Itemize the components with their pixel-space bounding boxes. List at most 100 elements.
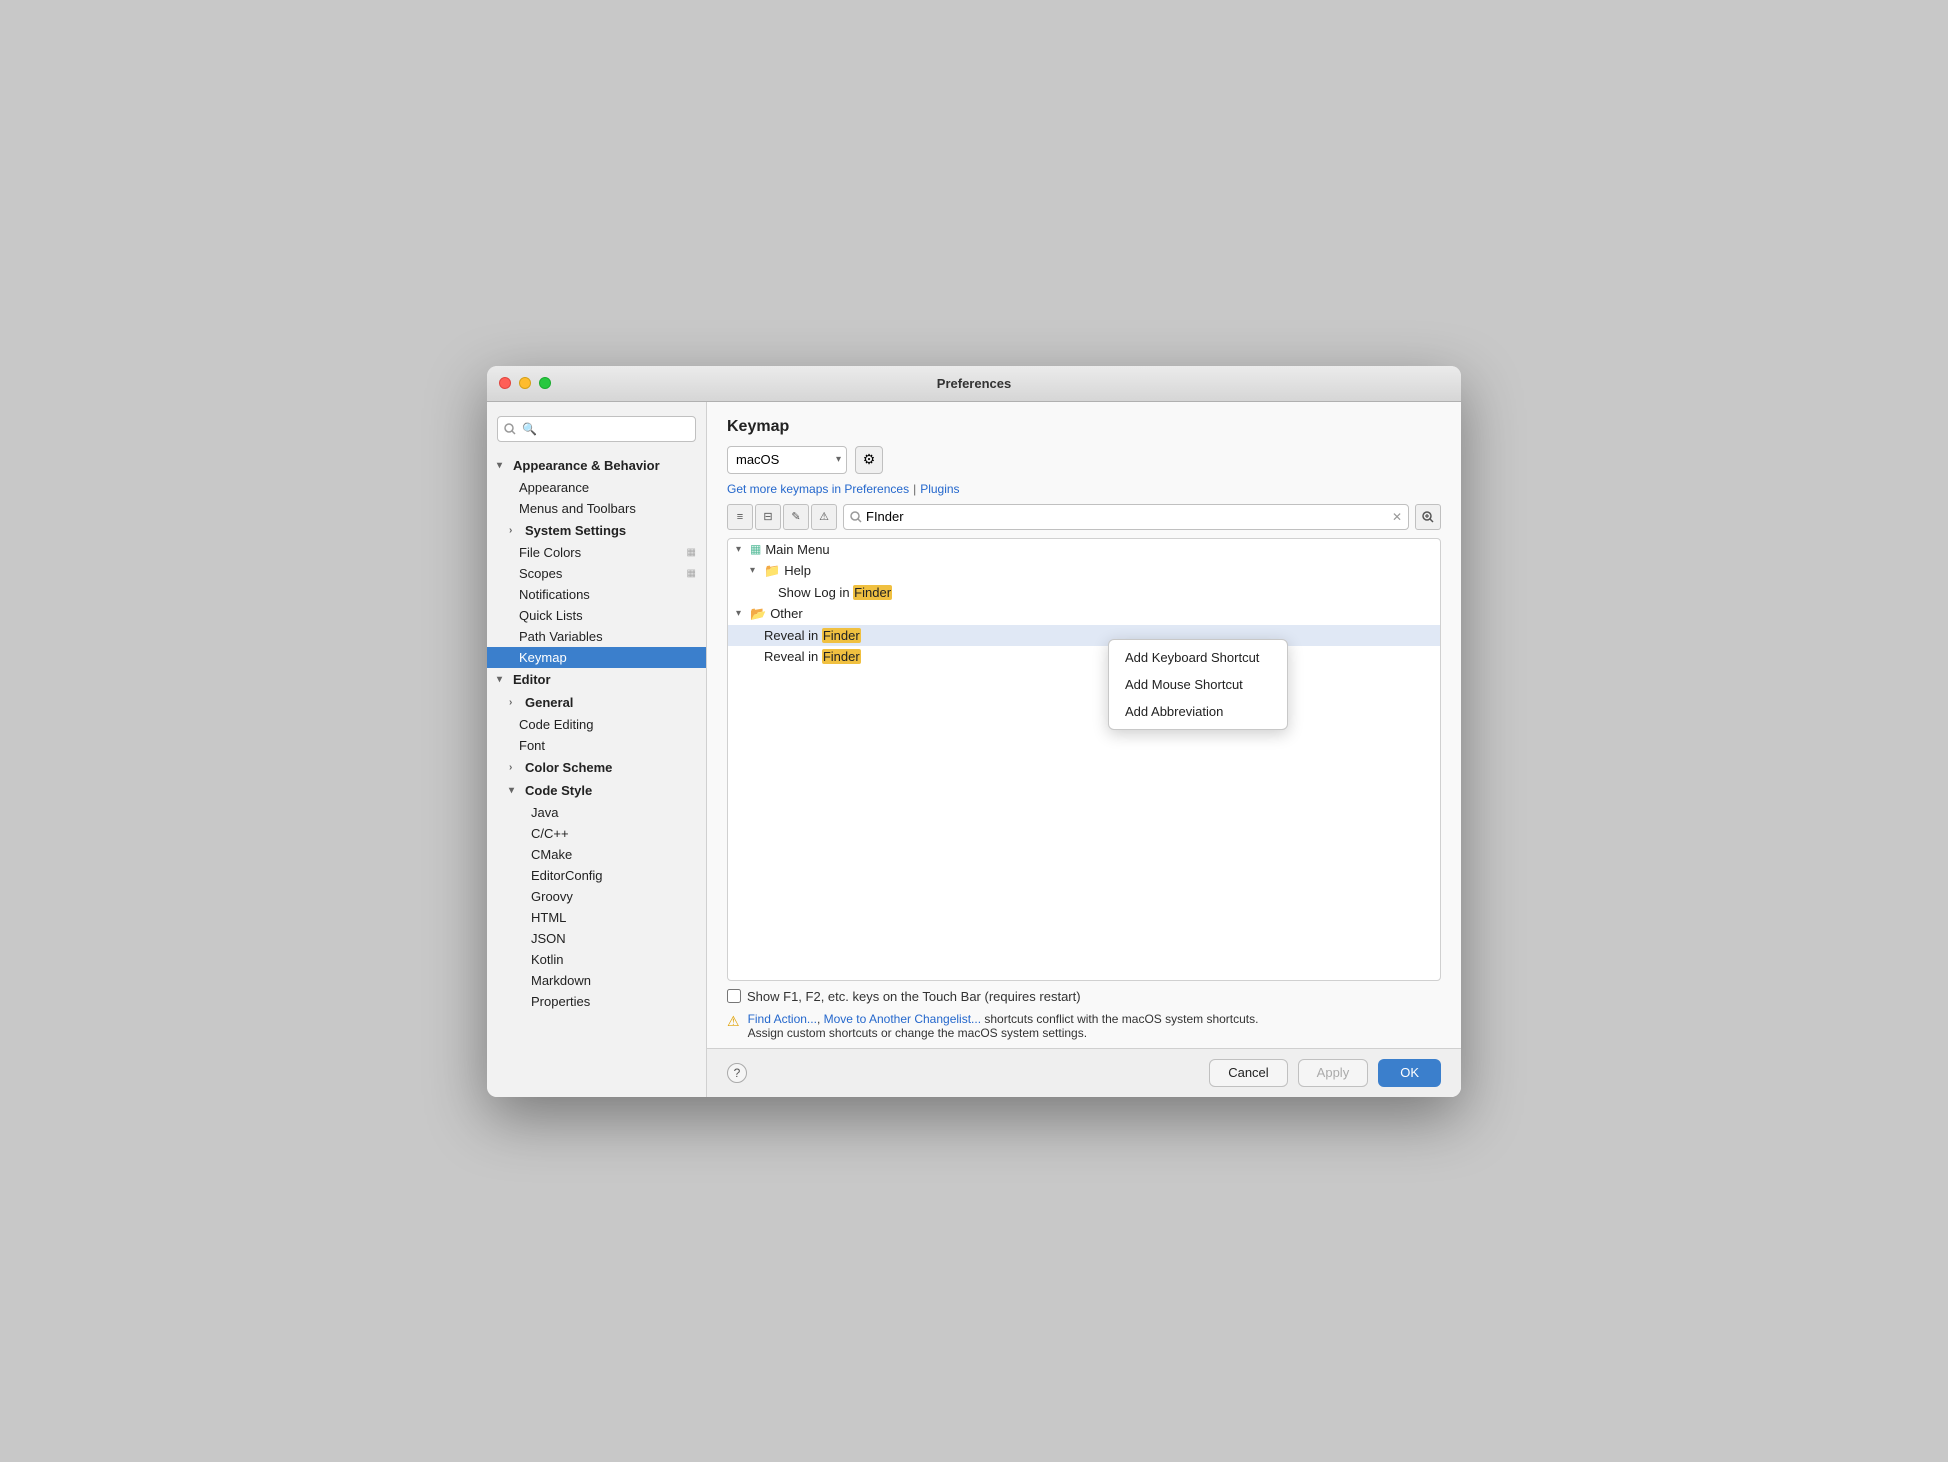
context-menu-item-keyboard[interactable]: Add Keyboard Shortcut — [1109, 644, 1287, 671]
titlebar: Preferences — [487, 366, 1461, 402]
sidebar-item-html[interactable]: HTML — [487, 907, 706, 928]
sidebar-item-label: Appearance — [519, 480, 589, 495]
sidebar-item-label: CMake — [531, 847, 572, 862]
help-button[interactable]: ? — [727, 1063, 747, 1083]
footer-right: Cancel Apply OK — [1209, 1059, 1441, 1087]
keymap-toolbar: macOS Windows Linux Eclipse NetBeans Vis… — [727, 446, 1441, 474]
sidebar-item-label: Menus and Toolbars — [519, 501, 636, 516]
sidebar-item-label: Color Scheme — [525, 760, 612, 775]
sidebar-item-label: Quick Lists — [519, 608, 583, 623]
sidebar-item-appearance[interactable]: Appearance — [487, 477, 706, 498]
cancel-button[interactable]: Cancel — [1209, 1059, 1287, 1087]
sidebar-item-system-settings[interactable]: System Settings — [487, 519, 706, 542]
sidebar-item-keymap[interactable]: Keymap — [487, 647, 706, 668]
main-content: Keymap macOS Windows Linux Eclipse NetBe… — [707, 402, 1461, 1097]
sidebar-item-label: Java — [531, 805, 558, 820]
sidebar-item-editorconfig[interactable]: EditorConfig — [487, 865, 706, 886]
tree-row-other[interactable]: ▾ 📂 Other — [728, 603, 1440, 625]
sidebar-item-label: Code Style — [525, 783, 592, 798]
find-action-icon — [1421, 510, 1435, 524]
apply-button[interactable]: Apply — [1298, 1059, 1369, 1087]
footer-left: ? — [727, 1063, 747, 1083]
context-menu-item-abbreviation[interactable]: Add Abbreviation — [1109, 698, 1287, 725]
sidebar-search-wrapper[interactable] — [487, 410, 706, 448]
tree-label-show-log: Show Log in Finder — [778, 585, 892, 600]
keymap-dropdown[interactable]: macOS Windows Linux Eclipse NetBeans Vis… — [727, 446, 847, 474]
tree-label-other: Other — [770, 606, 803, 621]
filter-modified-button[interactable]: ⊟ — [755, 504, 781, 530]
get-more-keymaps-link[interactable]: Get more keymaps in Preferences — [727, 482, 909, 496]
touch-bar-label[interactable]: Show F1, F2, etc. keys on the Touch Bar … — [747, 989, 1081, 1004]
sidebar-item-quick-lists[interactable]: Quick Lists — [487, 605, 706, 626]
chevron-down-icon — [509, 785, 521, 796]
sidebar-item-kotlin[interactable]: Kotlin — [487, 949, 706, 970]
sidebar-item-path-variables[interactable]: Path Variables — [487, 626, 706, 647]
maximize-button[interactable] — [539, 377, 551, 389]
sidebar-item-label: Font — [519, 738, 545, 753]
warning-row: ⚠ Find Action..., Move to Another Change… — [727, 1012, 1441, 1040]
sidebar-item-file-colors[interactable]: File Colors ▦ — [487, 542, 706, 563]
gear-button[interactable]: ⚙ — [855, 446, 883, 474]
sidebar-item-general[interactable]: General — [487, 691, 706, 714]
find-action-button[interactable] — [1415, 504, 1441, 530]
clear-search-button[interactable]: ✕ — [1392, 510, 1402, 524]
sidebar-item-label: Notifications — [519, 587, 590, 602]
find-action-link[interactable]: Find Action... — [748, 1012, 817, 1026]
sidebar-item-cmake[interactable]: CMake — [487, 844, 706, 865]
touch-bar-checkbox[interactable] — [727, 989, 741, 1003]
sidebar-item-label: Groovy — [531, 889, 573, 904]
search-icon — [850, 511, 862, 523]
sidebar-search-input[interactable] — [497, 416, 696, 442]
tree-label-help: Help — [784, 563, 811, 578]
sidebar-item-color-scheme[interactable]: Color Scheme — [487, 756, 706, 779]
filter-edit-button[interactable]: ✎ — [783, 504, 809, 530]
context-menu-item-mouse[interactable]: Add Mouse Shortcut — [1109, 671, 1287, 698]
sidebar-item-json[interactable]: JSON — [487, 928, 706, 949]
keymap-select-wrapper: macOS Windows Linux Eclipse NetBeans Vis… — [727, 446, 847, 474]
keymap-tree[interactable]: ▾ ▦ Main Menu ▾ 📁 Help Show Log in Finde… — [727, 538, 1441, 981]
sidebar-item-menus-toolbars[interactable]: Menus and Toolbars — [487, 498, 706, 519]
separator: | — [913, 482, 916, 496]
sidebar-item-label: JSON — [531, 931, 566, 946]
tree-row-main-menu[interactable]: ▾ ▦ Main Menu — [728, 539, 1440, 560]
sidebar-item-groovy[interactable]: Groovy — [487, 886, 706, 907]
sidebar-item-cpp[interactable]: C/C++ — [487, 823, 706, 844]
tree-row-show-log[interactable]: Show Log in Finder — [728, 582, 1440, 603]
sidebar-item-code-editing[interactable]: Code Editing — [487, 714, 706, 735]
sidebar-item-font[interactable]: Font — [487, 735, 706, 756]
sidebar-item-label: Kotlin — [531, 952, 564, 967]
folder-blue-icon: 📂 — [750, 606, 766, 622]
search-input[interactable] — [866, 509, 1388, 524]
sidebar-item-notifications[interactable]: Notifications — [487, 584, 706, 605]
tree-label-reveal-finder-1: Reveal in Finder — [764, 628, 861, 643]
scopes-icon: ▦ — [687, 568, 696, 579]
tree-row-reveal-finder-2[interactable]: Reveal in Finder — [728, 646, 1440, 667]
plugins-link[interactable]: Plugins — [920, 482, 959, 496]
file-colors-icon: ▦ — [687, 547, 696, 558]
close-button[interactable] — [499, 377, 511, 389]
folder-icon: 📁 — [764, 563, 780, 579]
chevron-right-icon — [509, 697, 521, 708]
search-toolbar: ≡ ⊟ ✎ ⚠ ✕ — [707, 504, 1461, 538]
sidebar-group-appearance-behavior[interactable]: Appearance & Behavior — [487, 454, 706, 477]
ok-button[interactable]: OK — [1378, 1059, 1441, 1087]
traffic-lights — [499, 377, 551, 389]
sidebar-item-java[interactable]: Java — [487, 802, 706, 823]
context-menu: Add Keyboard Shortcut Add Mouse Shortcut… — [1108, 639, 1288, 730]
sidebar: Appearance & Behavior Appearance Menus a… — [487, 402, 707, 1097]
move-changelist-link[interactable]: Move to Another Changelist... — [824, 1012, 981, 1026]
sidebar-group-editor[interactable]: Editor — [487, 668, 706, 691]
tree-row-reveal-finder-1[interactable]: Reveal in Finder — [728, 625, 1440, 646]
chevron-down-icon: ▾ — [736, 608, 750, 619]
filter-conflict-button[interactable]: ⚠ — [811, 504, 837, 530]
sidebar-item-scopes[interactable]: Scopes ▦ — [487, 563, 706, 584]
filter-all-button[interactable]: ≡ — [727, 504, 753, 530]
warning-text: Find Action..., Move to Another Changeli… — [748, 1012, 1259, 1040]
sidebar-item-code-style[interactable]: Code Style — [487, 779, 706, 802]
sidebar-item-properties[interactable]: Properties — [487, 991, 706, 1012]
tree-row-help[interactable]: ▾ 📁 Help — [728, 560, 1440, 582]
sidebar-item-label: Scopes — [519, 566, 562, 581]
minimize-button[interactable] — [519, 377, 531, 389]
sidebar-item-markdown[interactable]: Markdown — [487, 970, 706, 991]
sidebar-item-label: C/C++ — [531, 826, 569, 841]
